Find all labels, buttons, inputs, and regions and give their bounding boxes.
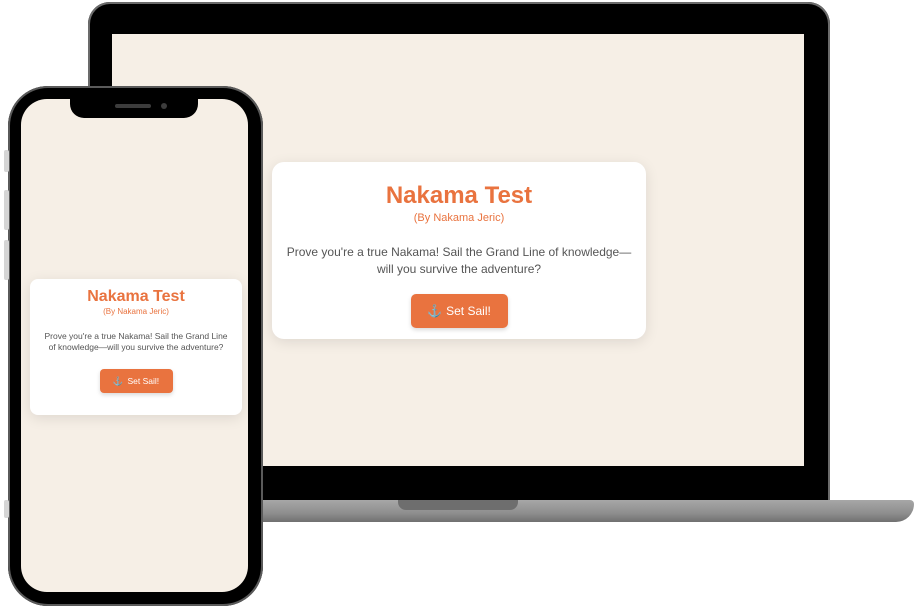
anchor-icon: ⚓ (112, 375, 124, 386)
author-subtitle: (By Nakama Jeric) (413, 212, 505, 224)
phone-bottom-button (4, 500, 9, 518)
set-sail-label: Set Sail! (446, 304, 491, 318)
intro-text-mobile: Prove you're a true Nakama! Sail the Gra… (44, 331, 228, 352)
speaker-icon (115, 104, 151, 108)
laptop-trackpad-notch (398, 500, 518, 510)
laptop-base (236, 500, 914, 522)
set-sail-button[interactable]: ⚓ Set Sail! (410, 294, 508, 328)
camera-icon (161, 103, 167, 109)
phone-screen: Nakama Test (By Nakama Jeric) Prove you'… (21, 99, 248, 592)
welcome-card: Nakama Test (By Nakama Jeric) Prove you'… (272, 162, 646, 339)
set-sail-button-mobile[interactable]: ⚓ Set Sail! (99, 369, 173, 393)
phone-volume-down (4, 240, 9, 280)
welcome-card-mobile: Nakama Test (By Nakama Jeric) Prove you'… (30, 279, 242, 415)
intro-text: Prove you're a true Nakama! Sail the Gra… (286, 245, 632, 276)
author-subtitle-mobile: (By Nakama Jeric) (103, 307, 169, 316)
anchor-icon: ⚓ (427, 304, 443, 318)
set-sail-label-mobile: Set Sail! (127, 376, 160, 386)
page-title: Nakama Test (385, 182, 533, 209)
phone-volume-up (4, 190, 9, 230)
device-mockup: Nakama Test (By Nakama Jeric) Prove you'… (0, 0, 916, 607)
page-title-mobile: Nakama Test (87, 288, 185, 305)
phone-side-button (4, 150, 9, 172)
